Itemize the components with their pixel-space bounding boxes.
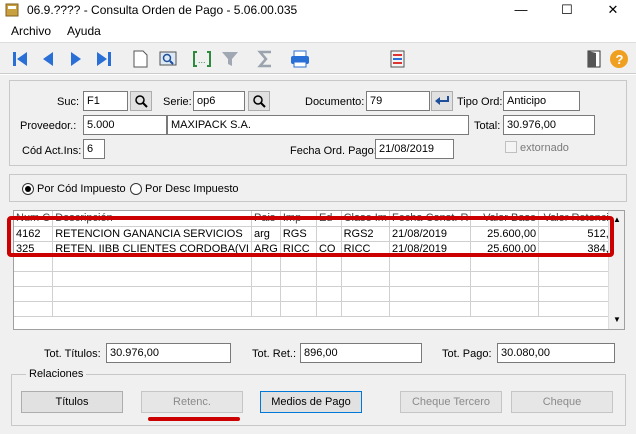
menu-archivo[interactable]: Archivo [11, 24, 51, 38]
minimize-button[interactable]: — [498, 0, 544, 20]
total-label: Total: [474, 120, 501, 132]
tot-ret-input[interactable]: 896,00 [300, 343, 422, 363]
title-bar: 06.9.???? - Consulta Orden de Pago - 5.0… [0, 0, 636, 20]
close-button[interactable]: ✕ [590, 0, 636, 20]
document-icon [133, 50, 148, 68]
serie-input[interactable]: op6 [193, 91, 245, 111]
table-row[interactable] [14, 271, 624, 287]
tot-pago-input[interactable]: 30.080,00 [497, 343, 615, 363]
search-icon [253, 95, 266, 108]
highlight-annotation [7, 216, 614, 257]
window-title: 06.9.???? - Consulta Orden de Pago - 5.0… [27, 3, 298, 17]
door-icon [587, 50, 601, 68]
toolbar: ... ? [0, 42, 636, 74]
serie-search-button[interactable] [248, 91, 270, 111]
exit-button[interactable] [582, 47, 606, 71]
next-record-button[interactable] [64, 47, 88, 71]
extornado-label: extornado [520, 142, 569, 154]
menu-ayuda[interactable]: Ayuda [67, 24, 101, 38]
filter-button[interactable] [218, 47, 242, 71]
maximize-button[interactable]: ☐ [544, 0, 590, 20]
proveedor-code-input[interactable]: 5.000 [83, 115, 167, 135]
por-desc-radio[interactable] [130, 183, 142, 195]
preview-icon [159, 51, 177, 66]
fecha-input[interactable]: 21/08/2019 [375, 139, 454, 159]
scroll-down-icon[interactable]: ▼ [613, 315, 621, 324]
underline-annotation [148, 417, 240, 421]
search-icon [135, 95, 148, 108]
tipo-ord-input[interactable]: Anticipo [503, 91, 580, 111]
previous-record-button[interactable] [36, 47, 60, 71]
svg-text:?: ? [616, 52, 624, 67]
por-cod-radio[interactable] [22, 183, 34, 195]
proveedor-name-input[interactable]: MAXIPACK S.A. [167, 115, 469, 135]
last-icon [97, 52, 111, 66]
menu-bar: Archivo Ayuda [0, 20, 636, 42]
cheque-button[interactable]: Cheque [511, 391, 613, 413]
table-row[interactable] [14, 256, 624, 272]
previous-icon [43, 52, 53, 66]
enter-icon [435, 96, 449, 105]
cod-act-input[interactable]: 6 [83, 139, 105, 159]
titulos-button[interactable]: Títulos [21, 391, 123, 413]
svg-text:...: ... [198, 55, 206, 65]
next-icon [71, 52, 81, 66]
report-icon [390, 50, 405, 68]
brackets-icon: ... [193, 51, 211, 67]
por-cod-label: Por Cód Impuesto [37, 183, 126, 195]
suc-search-button[interactable] [130, 91, 152, 111]
total-input[interactable]: 30.976,00 [503, 115, 595, 135]
first-record-button[interactable] [8, 47, 32, 71]
cod-act-label: Cód Act.Ins: [22, 145, 82, 157]
sum-button[interactable] [254, 47, 278, 71]
cheque-tercero-button[interactable]: Cheque Tercero [400, 391, 502, 413]
tot-titulos-input[interactable]: 30.976,00 [106, 343, 231, 363]
preview-button[interactable] [156, 47, 180, 71]
printer-icon [291, 50, 309, 68]
new-document-button[interactable] [128, 47, 152, 71]
suc-input[interactable]: F1 [83, 91, 128, 111]
scroll-up-icon[interactable]: ▲ [613, 215, 621, 224]
relaciones-label: Relaciones [26, 368, 87, 380]
table-row[interactable] [14, 286, 624, 302]
documento-label: Documento: [305, 96, 365, 108]
retenc-button[interactable]: Retenc. [141, 391, 243, 413]
print-button[interactable] [288, 47, 312, 71]
documento-input[interactable]: 79 [366, 91, 430, 111]
serie-label: Serie: [163, 96, 192, 108]
help-icon: ? [610, 50, 628, 68]
fecha-label: Fecha Ord. Pago: [290, 145, 377, 157]
por-desc-label: Por Desc Impuesto [145, 183, 239, 195]
suc-label: Suc: [57, 96, 80, 108]
documento-enter-button[interactable] [431, 91, 453, 111]
tot-ret-label: Tot. Ret.: [252, 348, 297, 360]
code-button[interactable]: ... [190, 47, 214, 71]
extornado-checkbox[interactable] [505, 141, 517, 153]
tipo-ord-label: Tipo Ord: [457, 96, 503, 108]
filter-icon [222, 52, 238, 66]
app-icon [5, 3, 19, 17]
proveedor-label: Proveedor.: [20, 120, 77, 132]
medios-de-pago-button[interactable]: Medios de Pago [260, 391, 362, 413]
table-row[interactable] [14, 301, 624, 317]
tot-pago-label: Tot. Pago: [442, 348, 492, 360]
first-icon [13, 52, 27, 66]
last-record-button[interactable] [92, 47, 116, 71]
help-button[interactable]: ? [607, 47, 631, 71]
tot-titulos-label: Tot. Títulos: [44, 348, 101, 360]
report-button[interactable] [386, 47, 410, 71]
sigma-icon [257, 50, 271, 68]
